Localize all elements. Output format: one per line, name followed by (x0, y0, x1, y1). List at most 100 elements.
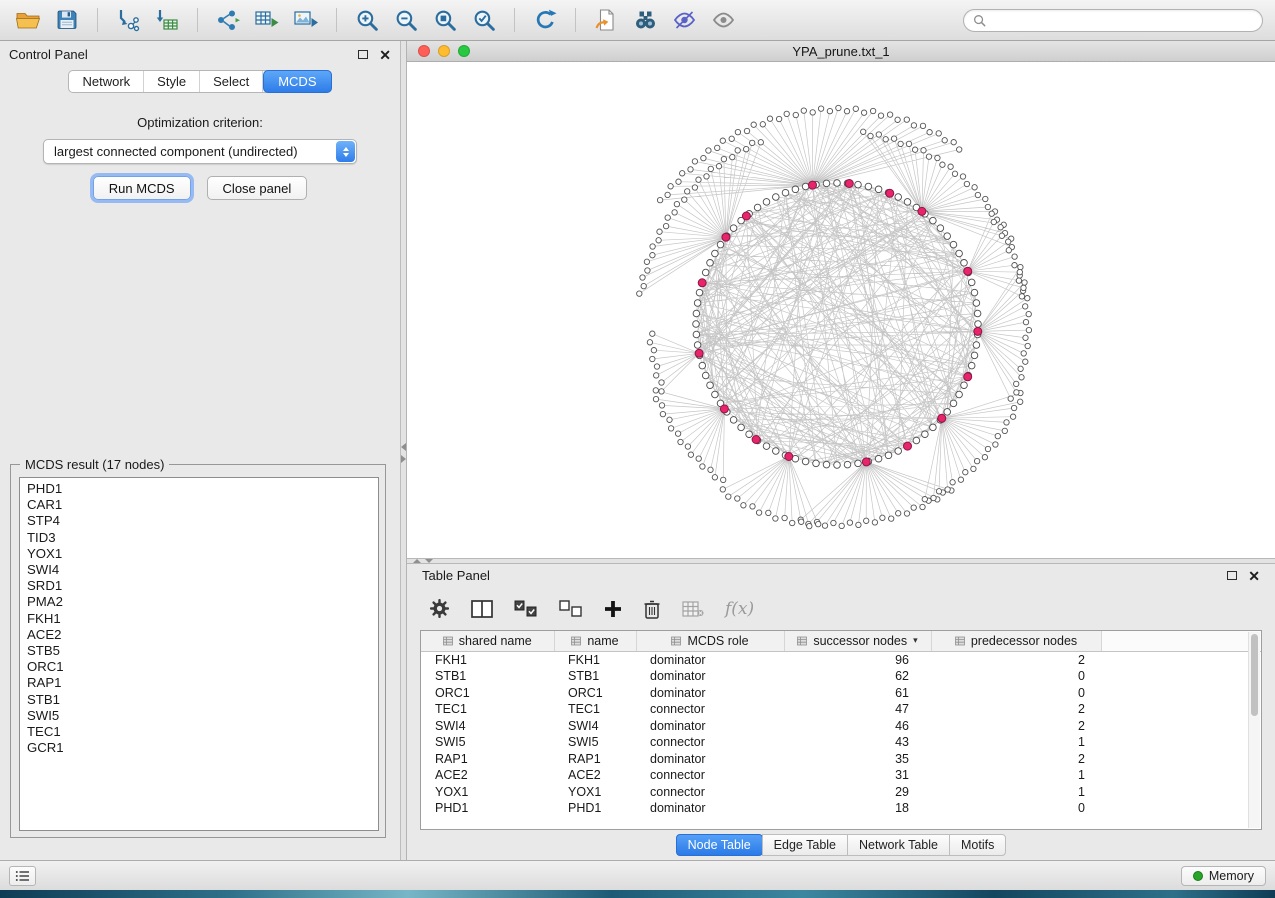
tab-edge-table[interactable]: Edge Table (762, 834, 848, 856)
tab-node-table[interactable]: Node Table (676, 834, 763, 856)
close-panel-icon[interactable]: ✕ (379, 48, 391, 62)
collapse-up-icon[interactable] (413, 559, 421, 563)
memory-button[interactable]: Memory (1181, 866, 1266, 886)
binoculars-icon[interactable] (629, 6, 661, 35)
mcds-result-item[interactable]: ORC1 (27, 659, 378, 675)
export-table-icon[interactable] (251, 6, 283, 35)
table-scrollbar[interactable] (1248, 632, 1260, 828)
add-column-icon[interactable] (604, 600, 622, 618)
vertical-splitter[interactable] (400, 41, 407, 860)
table-row[interactable]: RAP1RAP1dominator352 (421, 751, 1261, 768)
network-graph[interactable] (407, 62, 1275, 558)
save-icon[interactable] (51, 6, 83, 35)
mcds-result-item[interactable]: ACE2 (27, 627, 378, 643)
tab-motifs[interactable]: Motifs (949, 834, 1006, 856)
criterion-select[interactable]: largest connected component (undirected) (43, 139, 357, 164)
zoom-fit-icon[interactable] (429, 6, 461, 35)
collapse-down-icon[interactable] (425, 559, 433, 563)
mcds-result-list[interactable]: PHD1CAR1STP4TID3YOX1SWI4SRD1PMA2FKH1ACE2… (19, 477, 379, 831)
mcds-result-item[interactable]: GCR1 (27, 740, 378, 756)
delete-column-icon[interactable] (643, 599, 661, 619)
cell-filler (1101, 767, 1261, 784)
show-graphics-details-icon[interactable] (668, 6, 700, 35)
maximize-window-button[interactable] (458, 45, 470, 57)
mcds-result-item[interactable]: SRD1 (27, 578, 378, 594)
mcds-result-item[interactable]: STB1 (27, 692, 378, 708)
column-header-mcds-role[interactable]: MCDS role (636, 631, 784, 651)
table-row[interactable]: FKH1FKH1dominator962 (421, 651, 1261, 668)
zoom-in-icon[interactable] (351, 6, 383, 35)
search-field[interactable] (963, 9, 1263, 32)
close-panel-button[interactable]: Close panel (207, 176, 308, 200)
table-row[interactable]: SWI5SWI5connector431 (421, 734, 1261, 751)
table-row[interactable]: STB1STB1dominator620 (421, 668, 1261, 685)
import-network-icon[interactable] (112, 6, 144, 35)
table-row[interactable]: YOX1YOX1connector291 (421, 784, 1261, 801)
zoom-out-icon[interactable] (390, 6, 422, 35)
mcds-result-item[interactable]: YOX1 (27, 546, 378, 562)
mcds-result-item[interactable]: SWI5 (27, 708, 378, 724)
cell-successor-nodes: 47 (784, 701, 931, 718)
mcds-result-item[interactable]: FKH1 (27, 611, 378, 627)
float-panel-icon[interactable] (358, 50, 368, 59)
toolbar-separator (336, 8, 337, 32)
minimize-window-button[interactable] (438, 45, 450, 57)
table-row[interactable]: TEC1TEC1connector472 (421, 701, 1261, 718)
table-row[interactable]: PHD1PHD1dominator180 (421, 800, 1261, 817)
mcds-result-item[interactable]: PMA2 (27, 594, 378, 610)
eye-icon[interactable] (707, 6, 739, 35)
mcds-result-item[interactable]: SWI4 (27, 562, 378, 578)
column-type-icon (671, 636, 681, 646)
share-document-icon[interactable] (590, 6, 622, 35)
show-columns-icon[interactable] (471, 600, 493, 618)
close-table-panel-icon[interactable]: ✕ (1248, 569, 1260, 583)
run-mcds-button[interactable]: Run MCDS (93, 176, 191, 200)
cell-filler (1101, 685, 1261, 702)
toolbar-separator (514, 8, 515, 32)
deselect-all-icon[interactable] (559, 600, 583, 618)
table-toolbar: f(x) (407, 587, 1275, 630)
cell-shared-name: ORC1 (421, 685, 554, 702)
search-input[interactable] (991, 13, 1253, 27)
column-header-name[interactable]: name (554, 631, 636, 651)
import-table-icon[interactable] (151, 6, 183, 35)
column-header-successor-nodes[interactable]: successor nodes▾ (784, 631, 931, 651)
export-network-icon[interactable] (212, 6, 244, 35)
network-canvas[interactable] (407, 62, 1275, 558)
cell-predecessor-nodes: 1 (931, 784, 1101, 801)
float-table-panel-icon[interactable] (1227, 571, 1237, 580)
tab-network[interactable]: Network (69, 71, 144, 92)
column-header-shared-name[interactable]: shared name (421, 631, 554, 651)
column-header-predecessor-nodes[interactable]: predecessor nodes (931, 631, 1101, 651)
mcds-result-item[interactable]: STB5 (27, 643, 378, 659)
tab-network-table[interactable]: Network Table (847, 834, 950, 856)
select-all-icon[interactable] (514, 600, 538, 618)
table-row[interactable]: ACE2ACE2connector311 (421, 767, 1261, 784)
mcds-result-item[interactable]: PHD1 (27, 481, 378, 497)
task-history-button[interactable] (9, 866, 36, 886)
collapse-left-icon[interactable] (401, 443, 406, 451)
zoom-selected-icon[interactable] (468, 6, 500, 35)
cell-mcds-role: connector (636, 701, 784, 718)
tab-select[interactable]: Select (200, 71, 263, 92)
table-settings-gear-icon[interactable] (429, 598, 450, 619)
export-image-icon[interactable] (290, 6, 322, 35)
collapse-right-icon[interactable] (401, 455, 406, 463)
cell-predecessor-nodes: 2 (931, 718, 1101, 735)
table-scrollbar-thumb[interactable] (1251, 634, 1258, 716)
table-row[interactable]: SWI4SWI4dominator462 (421, 718, 1261, 735)
mcds-result-item[interactable]: RAP1 (27, 675, 378, 691)
horizontal-splitter[interactable] (407, 558, 1275, 564)
mcds-result-item[interactable]: STP4 (27, 513, 378, 529)
mcds-result-item[interactable]: CAR1 (27, 497, 378, 513)
control-panel: Control Panel ✕ Network Style Select MCD… (0, 41, 400, 860)
close-window-button[interactable] (418, 45, 430, 57)
mcds-result-item[interactable]: TEC1 (27, 724, 378, 740)
table-row[interactable]: ORC1ORC1dominator610 (421, 685, 1261, 702)
mcds-result-item[interactable]: TID3 (27, 530, 378, 546)
open-file-icon[interactable] (12, 6, 44, 35)
tab-mcds[interactable]: MCDS (263, 70, 331, 93)
tab-style[interactable]: Style (144, 71, 200, 92)
refresh-icon[interactable] (529, 6, 561, 35)
table-panel-header: Table Panel ✕ (407, 564, 1275, 587)
